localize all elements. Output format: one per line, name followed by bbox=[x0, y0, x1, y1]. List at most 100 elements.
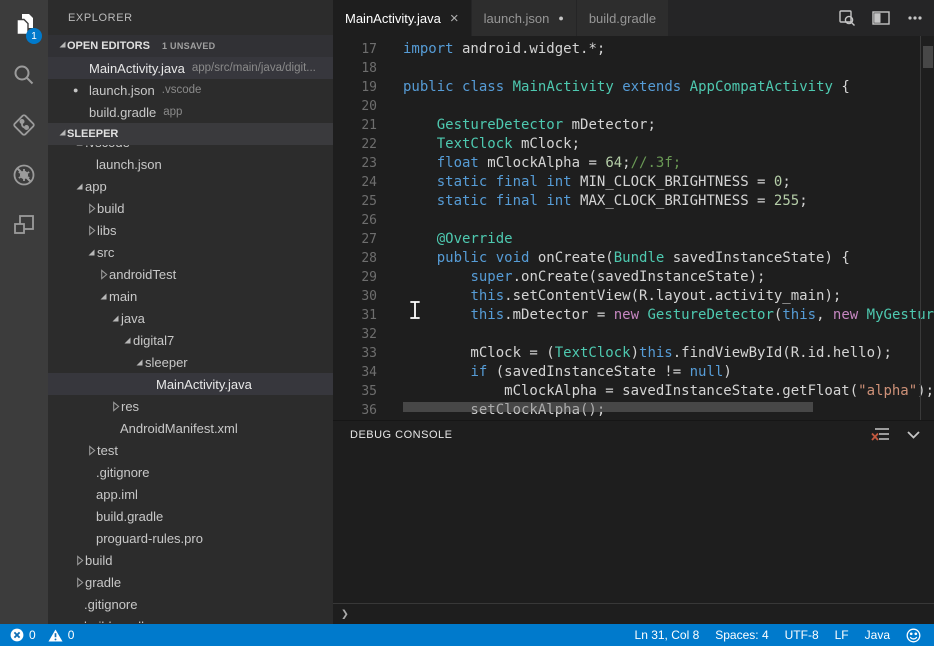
folder-section-header[interactable]: SLEEPER bbox=[48, 123, 333, 145]
dirty-indicator[interactable]: ● bbox=[558, 13, 563, 23]
tree-folder-gradle[interactable]: gradle bbox=[48, 571, 333, 593]
open-editor-item[interactable]: build.gradleapp bbox=[48, 101, 333, 123]
explorer-icon[interactable]: 1 bbox=[0, 0, 48, 50]
tree-folder-build[interactable]: build bbox=[48, 549, 333, 571]
line-number[interactable]: 31 bbox=[333, 306, 377, 325]
tab-launch-json[interactable]: launch.json● bbox=[472, 0, 577, 36]
tree-item-label: app bbox=[85, 179, 107, 194]
feedback[interactable] bbox=[906, 624, 921, 646]
debug-console-output bbox=[333, 448, 934, 598]
line-number[interactable]: 36 bbox=[333, 401, 377, 420]
clear-console-icon[interactable] bbox=[871, 426, 890, 443]
code-line-21[interactable]: 21 GestureDetector mDetector; bbox=[333, 116, 934, 135]
language-mode[interactable]: Java bbox=[865, 624, 890, 646]
tree-file-androidmanifest-xml[interactable]: AndroidManifest.xml bbox=[48, 417, 333, 439]
panel-tab-debug-console[interactable]: DEBUG CONSOLE bbox=[350, 429, 452, 441]
code-text: static final int MAX_CLOCK_BRIGHTNESS = … bbox=[377, 192, 934, 211]
code-line-26[interactable]: 26 bbox=[333, 211, 934, 230]
debug-icon[interactable] bbox=[0, 150, 48, 200]
tree-folder-digital7[interactable]: digital7 bbox=[48, 329, 333, 351]
open-editor-label: MainActivity.java bbox=[89, 61, 185, 76]
editor-hscrollbar[interactable] bbox=[403, 402, 813, 412]
line-number[interactable]: 24 bbox=[333, 173, 377, 192]
line-number[interactable]: 25 bbox=[333, 192, 377, 211]
code-line-29[interactable]: 29 super.onCreate(savedInstanceState); bbox=[333, 268, 934, 287]
tree-file-proguard-rules-pro[interactable]: proguard-rules.pro bbox=[48, 527, 333, 549]
more-actions-icon[interactable] bbox=[906, 9, 924, 27]
line-number[interactable]: 17 bbox=[333, 40, 377, 59]
line-number[interactable]: 18 bbox=[333, 59, 377, 78]
tree-folder-sleeper[interactable]: sleeper bbox=[48, 351, 333, 373]
line-number[interactable]: 33 bbox=[333, 344, 377, 363]
code-line-25[interactable]: 25 static final int MAX_CLOCK_BRIGHTNESS… bbox=[333, 192, 934, 211]
line-number[interactable]: 19 bbox=[333, 78, 377, 97]
code-line-24[interactable]: 24 static final int MIN_CLOCK_BRIGHTNESS… bbox=[333, 173, 934, 192]
dirty-indicator[interactable]: ● bbox=[73, 85, 89, 95]
line-number[interactable]: 27 bbox=[333, 230, 377, 249]
code-line-19[interactable]: 19public class MainActivity extends AppC… bbox=[333, 78, 934, 97]
tab-mainactivity-java[interactable]: MainActivity.java× bbox=[333, 0, 472, 36]
tree-folder-java[interactable]: java bbox=[48, 307, 333, 329]
line-number[interactable]: 22 bbox=[333, 135, 377, 154]
extensions-icon[interactable] bbox=[0, 200, 48, 250]
warning-count[interactable]: 0 bbox=[48, 624, 75, 646]
eol[interactable]: LF bbox=[835, 624, 849, 646]
search-icon[interactable] bbox=[0, 50, 48, 100]
code-line-35[interactable]: 35 mClockAlpha = savedInstanceState.getF… bbox=[333, 382, 934, 401]
line-number[interactable]: 30 bbox=[333, 287, 377, 306]
editor-vscrollbar[interactable] bbox=[923, 46, 933, 68]
tree-folder-src[interactable]: src bbox=[48, 241, 333, 263]
tree-file--gitignore[interactable]: .gitignore bbox=[48, 593, 333, 615]
tree-folder--vscode[interactable]: .vscode bbox=[48, 145, 333, 153]
open-editor-item[interactable]: MainActivity.javaapp/src/main/java/digit… bbox=[48, 57, 333, 79]
cursor-position[interactable]: Ln 31, Col 8 bbox=[635, 624, 700, 646]
chevron-down-icon[interactable] bbox=[905, 426, 922, 443]
code-line-23[interactable]: 23 float mClockAlpha = 64;//.3f; bbox=[333, 154, 934, 173]
open-editors-header[interactable]: OPEN EDITORS 1 UNSAVED bbox=[48, 35, 333, 57]
line-number[interactable]: 29 bbox=[333, 268, 377, 287]
open-editor-item[interactable]: ●launch.json.vscode bbox=[48, 79, 333, 101]
tree-folder-test[interactable]: test bbox=[48, 439, 333, 461]
line-number[interactable]: 26 bbox=[333, 211, 377, 230]
tree-folder-androidtest[interactable]: androidTest bbox=[48, 263, 333, 285]
code-line-18[interactable]: 18 bbox=[333, 59, 934, 78]
tree-folder-build[interactable]: build bbox=[48, 197, 333, 219]
close-icon[interactable]: × bbox=[450, 11, 459, 26]
code-line-31[interactable]: 31 this.mDetector = new GestureDetector(… bbox=[333, 306, 934, 325]
tree-file--gitignore[interactable]: .gitignore bbox=[48, 461, 333, 483]
code-line-33[interactable]: 33 mClock = (TextClock)this.findViewById… bbox=[333, 344, 934, 363]
search-file-icon[interactable] bbox=[838, 9, 856, 27]
code-line-22[interactable]: 22 TextClock mClock; bbox=[333, 135, 934, 154]
tree-file-app-iml[interactable]: app.iml bbox=[48, 483, 333, 505]
line-number[interactable]: 32 bbox=[333, 325, 377, 344]
code-line-20[interactable]: 20 bbox=[333, 97, 934, 116]
code-line-28[interactable]: 28 public void onCreate(Bundle savedInst… bbox=[333, 249, 934, 268]
tree-file-mainactivity-java[interactable]: MainActivity.java bbox=[48, 373, 333, 395]
tree-folder-main[interactable]: main bbox=[48, 285, 333, 307]
tree-folder-libs[interactable]: libs bbox=[48, 219, 333, 241]
debug-console-input[interactable]: ❯ bbox=[333, 603, 934, 624]
code-line-17[interactable]: 17import android.widget.*; bbox=[333, 40, 934, 59]
line-number[interactable]: 28 bbox=[333, 249, 377, 268]
code-line-30[interactable]: 30 this.setContentView(R.layout.activity… bbox=[333, 287, 934, 306]
error-count[interactable]: 0 bbox=[10, 624, 36, 646]
tree-folder-app[interactable]: app bbox=[48, 175, 333, 197]
tree-file-build-gradle[interactable]: build.gradle bbox=[48, 505, 333, 527]
line-number[interactable]: 21 bbox=[333, 116, 377, 135]
encoding[interactable]: UTF-8 bbox=[785, 624, 819, 646]
code-line-34[interactable]: 34 if (savedInstanceState != null) bbox=[333, 363, 934, 382]
code-editor[interactable]: 17import android.widget.*;1819public cla… bbox=[333, 36, 934, 420]
code-line-32[interactable]: 32 bbox=[333, 325, 934, 344]
line-number[interactable]: 35 bbox=[333, 382, 377, 401]
line-number[interactable]: 20 bbox=[333, 97, 377, 116]
tree-file-build-gradle[interactable]: build.gradle bbox=[48, 615, 333, 623]
indentation[interactable]: Spaces: 4 bbox=[715, 624, 768, 646]
code-line-27[interactable]: 27 @Override bbox=[333, 230, 934, 249]
source-control-icon[interactable] bbox=[0, 100, 48, 150]
tab-build-gradle[interactable]: build.gradle bbox=[577, 0, 669, 36]
tree-file-launch-json[interactable]: launch.json bbox=[48, 153, 333, 175]
line-number[interactable]: 23 bbox=[333, 154, 377, 173]
line-number[interactable]: 34 bbox=[333, 363, 377, 382]
split-editor-icon[interactable] bbox=[872, 10, 890, 26]
tree-folder-res[interactable]: res bbox=[48, 395, 333, 417]
